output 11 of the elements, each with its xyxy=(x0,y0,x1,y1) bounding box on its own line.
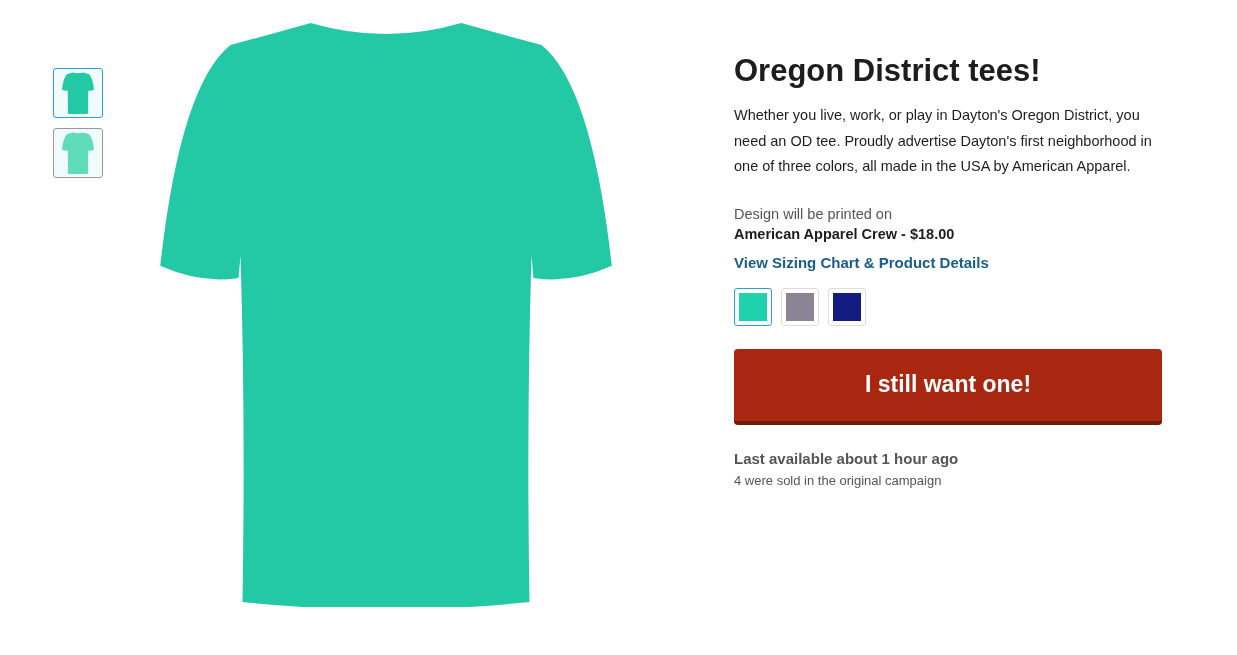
thumbnail-button[interactable] xyxy=(53,128,103,178)
buy-button[interactable]: I still want one! xyxy=(734,348,1162,425)
product-description: Whether you live, work, or play in Dayton's Oregon District, you need an OD tee. Proudly advertise Dayton's first neighborhood in one of three colors, all made in the USA by American Apparel. xyxy=(734,106,1153,176)
product-title: Oregon District tees! xyxy=(734,53,1041,89)
color-swatch[interactable] xyxy=(734,287,772,326)
availability-text: Last available about 1 hour ago xyxy=(734,449,959,467)
thumbnail-button[interactable] xyxy=(53,68,103,118)
sold-count-text: 4 were sold in the original campaign xyxy=(734,472,942,488)
sizing-chart-link[interactable]: View Sizing Chart & Product Details xyxy=(734,253,989,271)
product-name: American Apparel Crew - $18.00 xyxy=(734,225,955,242)
printed-on-label: Design will be printed on xyxy=(734,205,892,222)
